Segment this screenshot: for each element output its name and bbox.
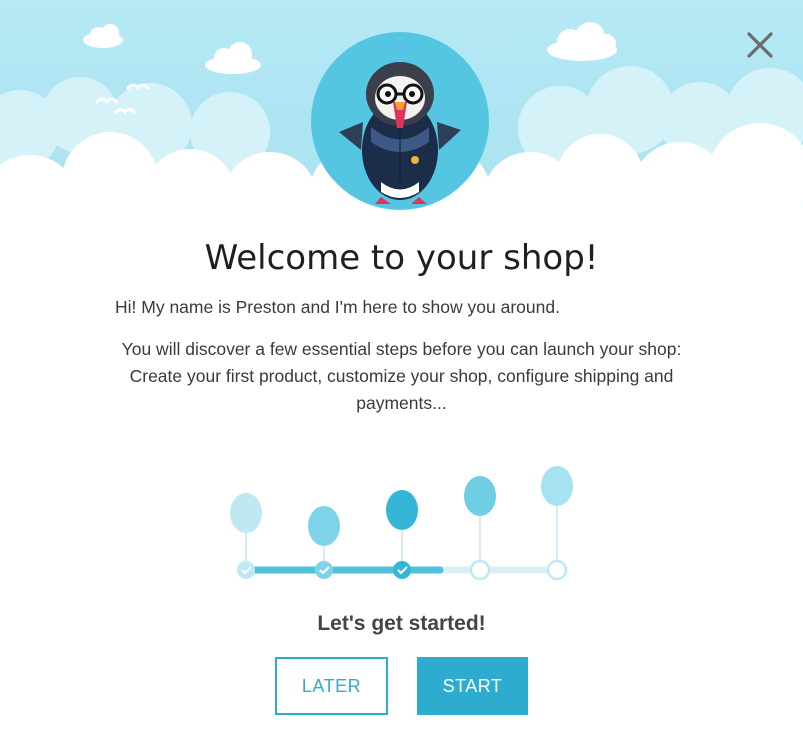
balloon-icon xyxy=(386,490,418,530)
balloon-icon xyxy=(308,506,340,546)
puffin-mascot-icon xyxy=(339,62,461,204)
balloon-icon xyxy=(541,466,573,506)
onboarding-progress xyxy=(230,466,573,581)
start-button[interactable]: START xyxy=(417,657,528,715)
step-3 xyxy=(386,490,418,579)
intro-text: Hi! My name is Preston and I'm here to s… xyxy=(115,297,560,317)
step-5 xyxy=(541,466,573,581)
balloon-icon xyxy=(464,476,496,516)
later-button-label: LATER xyxy=(301,675,362,696)
step-4 xyxy=(464,476,496,581)
cta-heading: Let's get started! xyxy=(317,612,486,635)
mascot-avatar xyxy=(311,32,489,210)
description-text: You will discover a few essential steps … xyxy=(121,339,682,413)
start-button-label: START xyxy=(442,675,503,696)
step-1 xyxy=(230,493,262,579)
welcome-dialog: Welcome to your shop! Hi! My name is Pre… xyxy=(0,0,803,750)
balloon-icon xyxy=(230,493,262,533)
later-button[interactable]: LATER xyxy=(275,657,388,715)
close-button[interactable] xyxy=(745,30,775,60)
close-icon xyxy=(747,32,773,58)
dialog-title: Welcome to your shop! xyxy=(204,238,599,278)
